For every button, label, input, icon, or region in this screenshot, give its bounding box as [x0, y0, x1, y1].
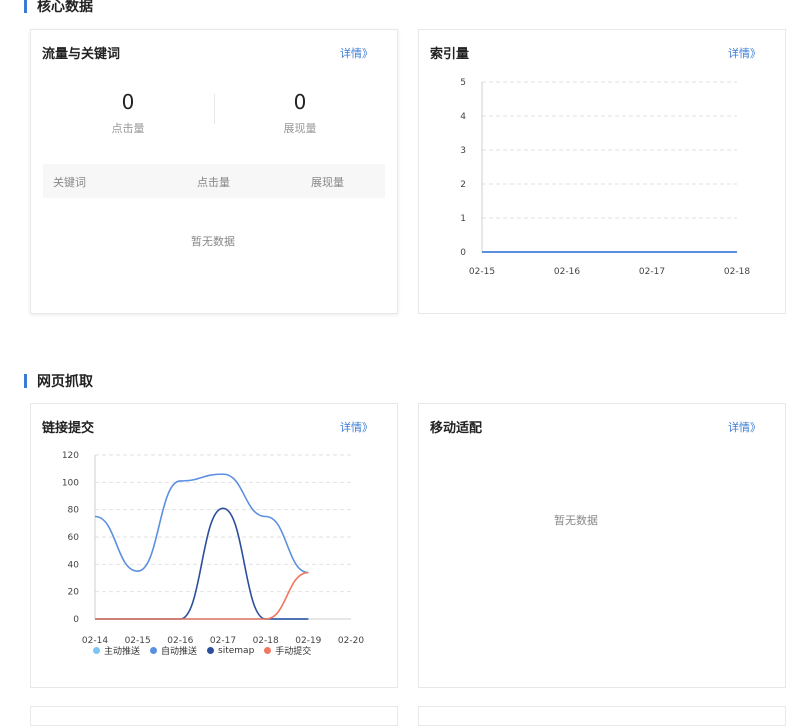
x-tick-label: 02-17 [639, 267, 665, 277]
mobile-card-title: 移动适配 [430, 421, 483, 436]
x-tick-label: 02-18 [253, 636, 279, 644]
y-tick-label: 1 [460, 214, 466, 224]
section-crawl-label: 网页抓取 [37, 374, 93, 390]
y-tick-label: 60 [68, 533, 80, 543]
y-tick-label: 5 [460, 78, 466, 88]
legend-item-sitemap[interactable]: sitemap [207, 644, 254, 657]
y-tick-label: 40 [68, 560, 80, 570]
x-tick-label: 02-15 [125, 636, 151, 644]
series-sitemap-line [95, 507, 309, 620]
legend-label: 自动推送 [161, 647, 198, 657]
x-tick-label: 02-19 [295, 636, 321, 644]
section-crawl-title: 网页抓取 [24, 371, 93, 391]
link-submission-card: 链接提交 详情》 0 20 40 60 80 100 120 02-14 02-15 02-16 0… [30, 403, 398, 688]
next-card-right [418, 706, 786, 726]
index-volume-chart: 0 1 2 3 4 5 02-15 02-16 02-17 02-18 [460, 78, 750, 277]
series-auto-push-line [94, 473, 309, 574]
impressions-label: 展现量 [283, 122, 317, 135]
y-tick-label: 3 [460, 146, 466, 156]
y-tick-label: 100 [62, 478, 79, 488]
section-accent-bar [24, 0, 27, 13]
traffic-keywords-card: 流量与关键词 详情》 0 点击量 0 展现量 关键词 点击量 展现量 暂无数据 [30, 29, 398, 314]
series-manual-submit-line [95, 571, 309, 620]
legend-dot [264, 647, 272, 654]
table-header-impressions: 展现量 [311, 176, 344, 189]
legend-dot [207, 647, 215, 654]
section-core-label: 核心数据 [37, 0, 93, 15]
clicks-label: 点击量 [111, 122, 145, 135]
link-submission-chart: 0 20 40 60 80 100 120 02-14 02-15 02-16 02-17 02-18… [62, 451, 365, 644]
x-tick-label: 02-14 [82, 636, 108, 644]
y-tick-label: 80 [68, 506, 80, 516]
x-tick-label: 02-16 [167, 636, 193, 644]
y-tick-label: 0 [460, 248, 466, 258]
traffic-detail-link[interactable]: 详情》 [340, 45, 373, 61]
legend-label: sitemap [218, 645, 255, 656]
y-tick-label: 2 [460, 180, 466, 190]
clicks-value: 0 [121, 90, 135, 114]
clicks-metric: 0 点击量 [43, 90, 213, 136]
x-tick-label: 02-17 [210, 636, 236, 644]
legend-dot [150, 647, 158, 654]
y-tick-label: 4 [460, 112, 466, 122]
legend-item-active-push[interactable]: 主动推送 [93, 644, 140, 657]
impressions-metric: 0 展现量 [215, 90, 385, 136]
legend-dot [93, 647, 100, 654]
table-header-keyword: 关键词 [53, 176, 86, 189]
traffic-card-title: 流量与关键词 [42, 47, 121, 62]
legend-item-auto-push[interactable]: 自动推送 [150, 644, 197, 657]
mobile-detail-link[interactable]: 详情》 [728, 419, 761, 435]
x-tick-label: 02-20 [338, 636, 364, 644]
section-accent-bar [24, 374, 27, 388]
link-chart-legend: 主动推送 自动推送 sitemap 手动提交 [93, 644, 321, 657]
legend-label: 主动推送 [104, 647, 141, 657]
x-tick-label: 02-15 [469, 267, 495, 277]
y-tick-label: 20 [68, 588, 80, 598]
legend-label: 手动提交 [275, 647, 312, 657]
keyword-table-header: 关键词 点击量 展现量 [43, 164, 385, 198]
section-core-title: 核心数据 [24, 0, 93, 16]
legend-item-manual-submit[interactable]: 手动提交 [264, 644, 311, 657]
mobile-empty-state: 暂无数据 [554, 514, 598, 527]
impressions-value: 0 [293, 90, 307, 114]
y-tick-label: 120 [62, 451, 79, 461]
next-card-left [30, 706, 398, 726]
index-volume-card: 索引量 详情》 0 1 2 3 4 5 02-15 02-16 02-17 02-18 [418, 29, 786, 314]
x-tick-label: 02-18 [724, 267, 750, 277]
keyword-table-empty: 暂无数据 [191, 235, 235, 248]
y-tick-label: 0 [73, 615, 79, 625]
mobile-adaptation-card: 移动适配 详情》 暂无数据 [418, 403, 786, 688]
x-tick-label: 02-16 [554, 267, 580, 277]
table-header-clicks: 点击量 [197, 176, 230, 189]
